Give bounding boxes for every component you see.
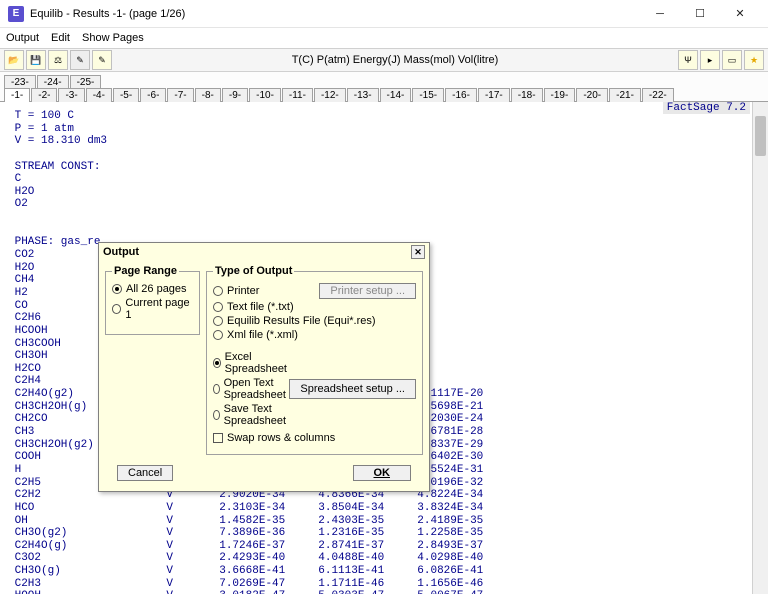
toolbar: 📂 💾 ⚖ ✎ ✎ T(C) P(atm) Energy(J) Mass(mol… (0, 48, 768, 72)
save-icon[interactable]: 💾 (26, 50, 46, 70)
tab-16[interactable]: -16- (445, 88, 477, 102)
tab-9[interactable]: -9- (222, 88, 248, 102)
radio-all-pages[interactable]: All 26 pages (112, 283, 193, 295)
tab-25[interactable]: -25- (70, 75, 102, 89)
fork-icon[interactable]: Ψ (678, 50, 698, 70)
edit-yellow-icon[interactable]: ✎ (92, 50, 112, 70)
scrollbar-thumb[interactable] (755, 116, 766, 156)
tab-6[interactable]: -6- (140, 88, 166, 102)
open-icon[interactable]: 📂 (4, 50, 24, 70)
tab-3[interactable]: -3- (58, 88, 84, 102)
menu-edit[interactable]: Edit (51, 32, 70, 44)
edit-gray-icon[interactable]: ✎ (70, 50, 90, 70)
tab-12[interactable]: -12- (314, 88, 346, 102)
units-label: T(C) P(atm) Energy(J) Mass(mol) Vol(litr… (114, 54, 676, 66)
radio-save-text-spreadsheet[interactable]: Save Text Spreadsheet (213, 403, 289, 427)
tab-17[interactable]: -17- (478, 88, 510, 102)
tab-23[interactable]: -23- (4, 75, 36, 89)
radio-open-text-spreadsheet[interactable]: Open Text Spreadsheet (213, 377, 289, 401)
star-icon[interactable]: ★ (744, 50, 764, 70)
page-range-legend: Page Range (112, 265, 179, 277)
spreadsheet-setup-button[interactable]: Spreadsheet setup ... (289, 379, 416, 399)
weight-icon[interactable]: ⚖ (48, 50, 68, 70)
tab-18[interactable]: -18- (511, 88, 543, 102)
tab-7[interactable]: -7- (167, 88, 193, 102)
menu-show-pages[interactable]: Show Pages (82, 32, 144, 44)
radio-printer[interactable]: Printer Printer setup ... (213, 283, 416, 299)
menu-bar: Output Edit Show Pages (0, 28, 768, 48)
radio-equilib-results[interactable]: Equilib Results File (Equi*.res) (213, 315, 416, 327)
page-range-group: Page Range All 26 pages Current page 1 (105, 265, 200, 335)
menu-output[interactable]: Output (6, 32, 39, 44)
output-dialog: Output ✕ Page Range All 26 pages Current… (98, 242, 430, 492)
radio-text-file[interactable]: Text file (*.txt) (213, 301, 416, 313)
type-of-output-group: Type of Output Printer Printer setup ...… (206, 265, 423, 455)
factsage-version-label: FactSage 7.2 (663, 102, 750, 114)
box-icon[interactable]: ▭ (722, 50, 742, 70)
tab-19[interactable]: -19- (544, 88, 576, 102)
tab-14[interactable]: -14- (380, 88, 412, 102)
radio-excel-spreadsheet[interactable]: Excel Spreadsheet (213, 351, 289, 375)
ok-button[interactable]: OK (353, 465, 412, 481)
tab-11[interactable]: -11- (282, 88, 313, 102)
tab-24[interactable]: -24- (37, 75, 69, 89)
results-pane: FactSage 7.2 T = 100 C P = 1 atm V = 18.… (0, 102, 768, 594)
radio-current-page[interactable]: Current page 1 (112, 297, 193, 321)
tab-15[interactable]: -15- (412, 88, 444, 102)
tab-2[interactable]: -2- (31, 88, 57, 102)
window-title: Equilib - Results -1- (page 1/26) (30, 8, 640, 20)
tab-13[interactable]: -13- (347, 88, 379, 102)
printer-setup-button[interactable]: Printer setup ... (319, 283, 416, 299)
vertical-scrollbar[interactable] (752, 102, 768, 594)
tab-1[interactable]: -1- (4, 88, 30, 102)
checkbox-swap-rows-columns[interactable]: Swap rows & columns (213, 432, 416, 444)
tab-10[interactable]: -10- (249, 88, 281, 102)
tab-8[interactable]: -8- (195, 88, 221, 102)
tab-5[interactable]: -5- (113, 88, 139, 102)
tab-20[interactable]: -20- (576, 88, 608, 102)
dialog-close-icon[interactable]: ✕ (411, 245, 425, 259)
type-of-output-legend: Type of Output (213, 265, 294, 277)
minimize-button[interactable]: ─ (640, 2, 680, 26)
maximize-button[interactable]: ☐ (680, 2, 720, 26)
radio-xml-file[interactable]: Xml file (*.xml) (213, 329, 416, 341)
title-bar: E Equilib - Results -1- (page 1/26) ─ ☐ … (0, 0, 768, 28)
tab-4[interactable]: -4- (86, 88, 112, 102)
tab-22[interactable]: -22- (642, 88, 674, 102)
tab-21[interactable]: -21- (609, 88, 641, 102)
page-right-icon[interactable]: ▸ (700, 50, 720, 70)
close-button[interactable]: ✕ (720, 2, 760, 26)
page-tabs: -23- -24- -25- -1- -2- -3- -4- -5- -6- -… (0, 72, 768, 102)
cancel-button[interactable]: Cancel (117, 465, 173, 481)
app-icon: E (8, 6, 24, 22)
dialog-title: Output (103, 246, 139, 258)
